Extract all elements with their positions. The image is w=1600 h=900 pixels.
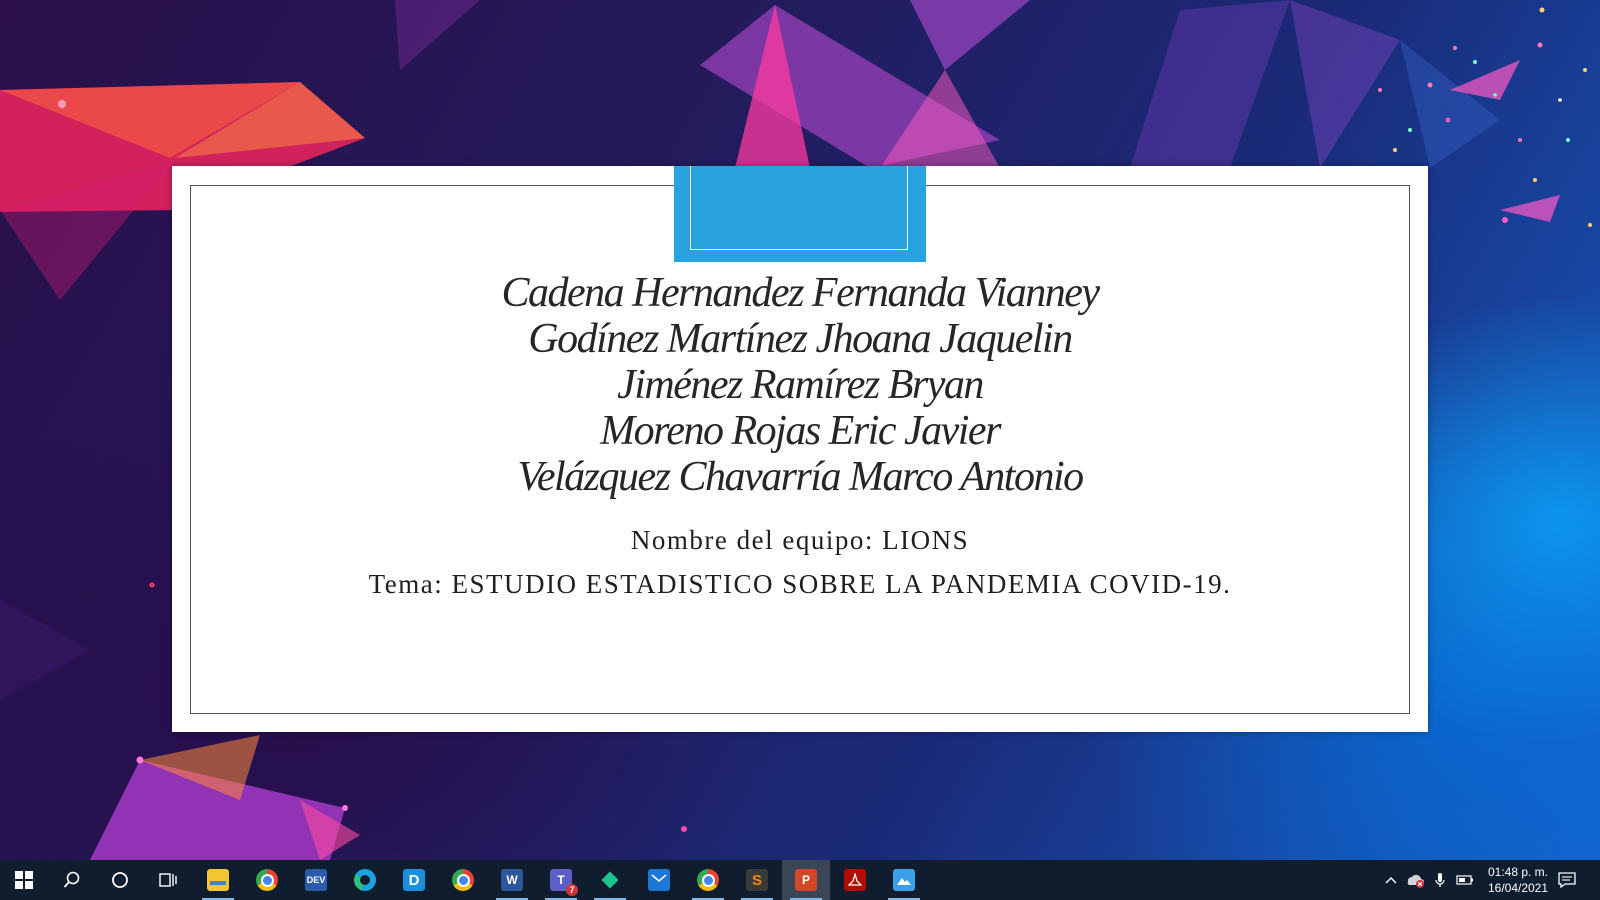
- search-button[interactable]: [48, 860, 96, 900]
- battery-icon: [1456, 875, 1473, 885]
- kite-icon: [599, 869, 621, 891]
- taskbar-app-dia[interactable]: D: [390, 860, 438, 900]
- taskbar-app-chrome-second[interactable]: [684, 860, 732, 900]
- taskbar-app-file-explorer[interactable]: [194, 860, 242, 900]
- team-name: Nombre del equipo: LIONS: [630, 525, 970, 555]
- member-name: Cadena Hernandez Fernanda Vianney: [501, 270, 1100, 316]
- sublime-icon: S: [746, 869, 768, 891]
- teams-label: T: [557, 873, 565, 887]
- devc-icon: DEV: [305, 869, 327, 891]
- slide-accent-tab-inner: [690, 166, 908, 250]
- taskbar-app-mail[interactable]: [635, 860, 683, 900]
- cortana-circle-icon: [112, 872, 128, 888]
- taskbar-app-chrome[interactable]: [243, 860, 291, 900]
- clock-date: 16/04/2021: [1487, 881, 1549, 895]
- dia-icon: D: [403, 869, 425, 891]
- cortana-button[interactable]: [96, 860, 144, 900]
- member-name: Velázquez Chavarría Marco Antonio: [517, 454, 1084, 500]
- taskbar-app-sublime[interactable]: S: [733, 860, 781, 900]
- powerpoint-icon: P: [795, 869, 817, 891]
- teams-icon: T 7: [550, 869, 578, 896]
- chrome-profile-icon: [452, 869, 474, 891]
- show-hidden-icons-button[interactable]: [1381, 870, 1401, 890]
- taskbar: DEV D W T 7 S P 01:48 p. m. 16/04/2021: [0, 860, 1600, 900]
- clock-button[interactable]: 01:48 p. m. 16/04/2021: [1478, 864, 1558, 896]
- team-members-names: Cadena Hernandez Fernanda Vianney Godíne…: [172, 270, 1428, 500]
- presentation-slide: Cadena Hernandez Fernanda Vianney Godíne…: [172, 166, 1428, 732]
- mail-icon: [648, 869, 670, 891]
- edge-icon: [354, 869, 376, 891]
- chrome-icon: [256, 869, 278, 891]
- photos-icon: [893, 869, 915, 891]
- taskbar-app-photos[interactable]: [880, 860, 928, 900]
- taskbar-app-teams[interactable]: T 7: [537, 860, 585, 900]
- battery-button[interactable]: [1455, 870, 1475, 890]
- microphone-icon: [1435, 873, 1445, 887]
- start-button[interactable]: [0, 860, 48, 900]
- slide-accent-tab: [674, 166, 926, 262]
- taskbar-app-acrobat[interactable]: [831, 860, 879, 900]
- clock-time: 01:48 p. m.: [1487, 865, 1549, 879]
- onedrive-status-button[interactable]: [1405, 870, 1425, 890]
- search-icon: [63, 871, 80, 888]
- word-icon: W: [501, 869, 523, 891]
- taskbar-app-word[interactable]: W: [488, 860, 536, 900]
- teams-notification-badge: 7: [566, 884, 578, 896]
- member-name: Moreno Rojas Eric Javier: [600, 408, 1001, 454]
- task-view-button[interactable]: [144, 860, 192, 900]
- action-center-button[interactable]: [1557, 870, 1577, 890]
- windows-logo-icon: [15, 871, 33, 889]
- taskbar-app-powerpoint[interactable]: P: [782, 860, 830, 900]
- taskbar-app-chrome-profile[interactable]: [439, 860, 487, 900]
- topic-title: Tema: ESTUDIO ESTADISTICO SOBRE LA PANDE…: [368, 569, 1232, 599]
- taskbar-app-devc[interactable]: DEV: [292, 860, 340, 900]
- chrome-second-icon: [697, 869, 719, 891]
- microphone-button[interactable]: [1430, 870, 1450, 890]
- taskbar-app-kite[interactable]: [586, 860, 634, 900]
- taskbar-app-edge[interactable]: [341, 860, 389, 900]
- member-name: Jiménez Ramírez Bryan: [617, 362, 984, 408]
- chevron-up-icon: [1385, 877, 1397, 884]
- cloud-error-icon: [1407, 874, 1424, 888]
- acrobat-icon: [844, 869, 866, 891]
- notification-icon: [1558, 872, 1576, 888]
- file-explorer-icon: [207, 869, 229, 891]
- member-name: Godínez Martínez Jhoana Jaquelin: [528, 316, 1073, 362]
- task-view-icon: [159, 873, 177, 887]
